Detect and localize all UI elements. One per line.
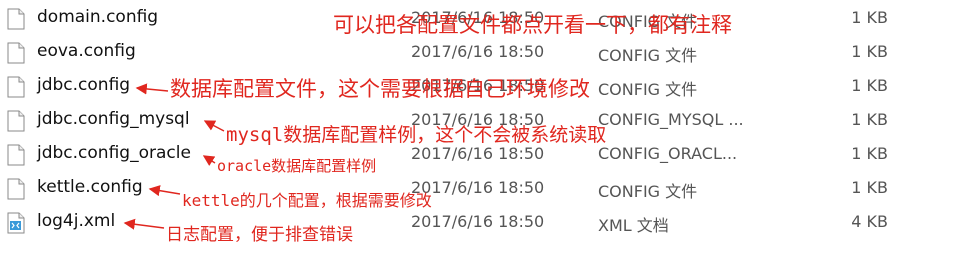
arrow-mysql bbox=[203, 120, 225, 132]
arrow-jdbc bbox=[135, 83, 169, 95]
arrow-log4j bbox=[123, 218, 165, 230]
arrow-kettle bbox=[148, 185, 181, 197]
annotation-arrows bbox=[123, 83, 225, 230]
arrow-oracle bbox=[202, 155, 216, 166]
